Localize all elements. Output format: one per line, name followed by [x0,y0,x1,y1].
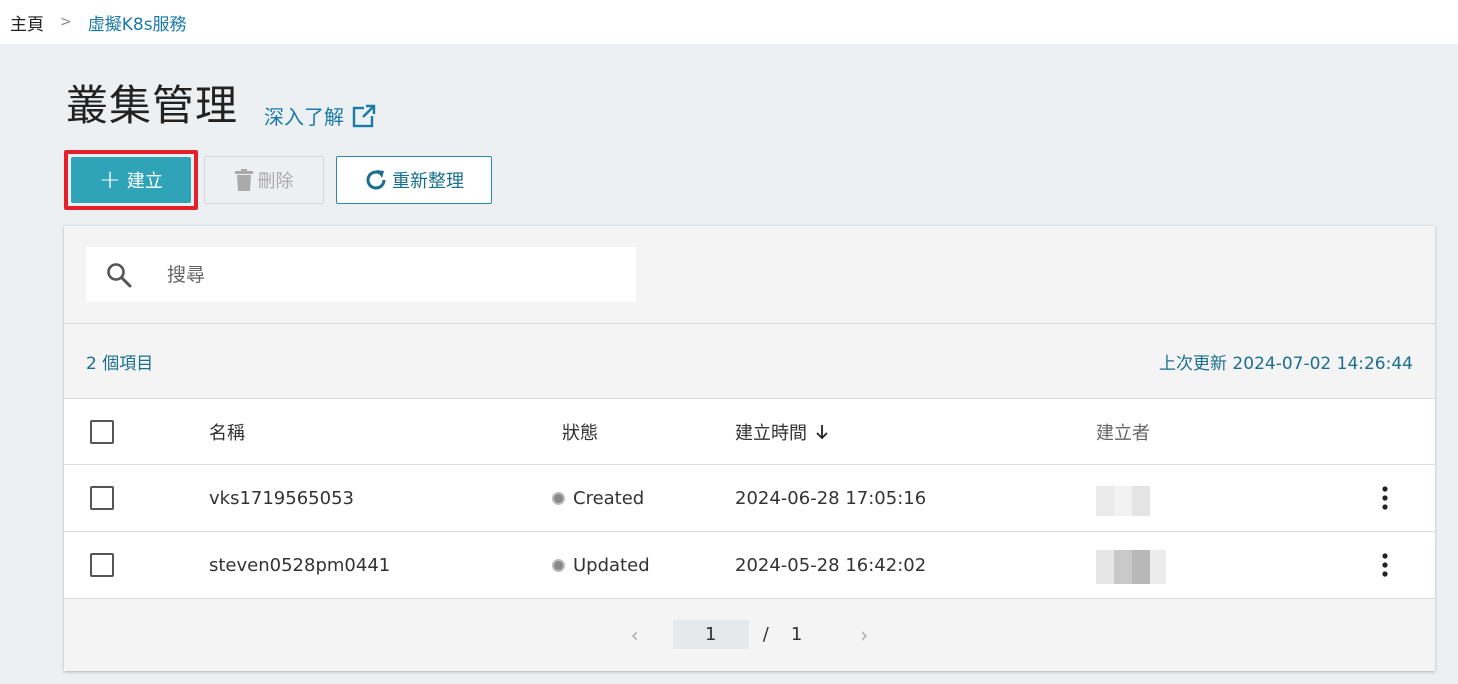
next-page-button[interactable]: › [860,623,868,647]
header-created-time-label: 建立時間 [735,422,807,444]
cluster-status: Created [552,487,645,509]
refresh-icon [366,170,386,190]
header-status[interactable]: 狀態 [562,419,598,445]
row-checkbox[interactable] [90,553,114,577]
creator-redacted [1096,486,1150,516]
breadcrumb-current[interactable]: 虛擬K8s服務 [88,10,187,35]
row-checkbox[interactable] [90,486,114,510]
select-all-cell [90,419,114,444]
search-area [64,226,1435,324]
list-summary: 2 個項目 上次更新 2024-07-02 14:26:44 [64,324,1435,399]
search-box[interactable] [86,247,636,302]
cluster-table: 名稱 狀態 建立時間 建立者 vks1719565053 Created 202… [64,399,1435,599]
cluster-status-label: Created [573,487,645,509]
select-all-checkbox[interactable] [90,419,114,444]
create-button-label: 建立 [126,171,163,192]
learn-more-link[interactable]: 深入了解 [264,101,377,130]
status-dot-icon [552,558,565,572]
last-updated: 上次更新 2024-07-02 14:26:44 [1159,353,1413,374]
cluster-created-time: 2024-06-28 17:05:16 [735,487,927,509]
external-link-icon [352,104,377,127]
delete-button[interactable]: 刪除 [204,156,324,204]
header-name[interactable]: 名稱 [209,419,245,445]
table-header-row: 名稱 狀態 建立時間 建立者 [64,399,1435,465]
trash-icon [234,169,253,191]
cluster-status: Updated [552,554,650,576]
search-input[interactable] [167,263,567,286]
page-number-input[interactable]: 1 [672,620,749,649]
page-header: 叢集管理 深入了解 [66,80,377,132]
sort-descending-icon [816,424,828,439]
table-row[interactable]: steven0528pm0441 Updated 2024-05-28 16:4… [64,532,1435,599]
breadcrumb-home[interactable]: 主頁 [10,10,44,35]
create-button[interactable]: + 建立 [71,157,191,203]
cluster-created-time: 2024-05-28 16:42:02 [735,554,927,576]
item-count: 2 個項目 [86,353,154,374]
more-options-icon[interactable] [1381,553,1389,577]
status-dot-icon [552,491,565,505]
header-created-time[interactable]: 建立時間 [735,419,829,445]
toolbar: + 建立 刪除 重新整理 [64,150,492,210]
cluster-status-label: Updated [573,554,650,576]
page-separator: / [762,624,769,645]
search-icon [107,262,132,287]
breadcrumb: 主頁 > 虛擬K8s服務 [0,0,1458,44]
cluster-list-card: 2 個項目 上次更新 2024-07-02 14:26:44 名稱 狀態 建立時… [64,226,1435,671]
refresh-button[interactable]: 重新整理 [336,156,492,204]
create-button-highlight: + 建立 [64,150,198,210]
row-select-cell [90,553,114,577]
cluster-name[interactable]: steven0528pm0441 [209,555,390,576]
breadcrumb-separator: > [60,14,72,30]
page-total: 1 [790,624,803,645]
prev-page-button[interactable]: ‹ [631,623,639,647]
delete-button-label: 刪除 [257,171,294,192]
table-row[interactable]: vks1719565053 Created 2024-06-28 17:05:1… [64,465,1435,532]
refresh-button-label: 重新整理 [392,171,464,192]
creator-redacted [1096,550,1166,584]
header-creator[interactable]: 建立者 [1096,419,1150,445]
row-select-cell [90,486,114,510]
learn-more-label: 深入了解 [264,105,345,129]
page-title: 叢集管理 [66,81,239,130]
plus-icon: + [99,165,121,195]
cluster-name[interactable]: vks1719565053 [209,488,354,509]
more-options-icon[interactable] [1381,486,1389,510]
pagination: ‹ 1 / 1 › [64,599,1435,670]
